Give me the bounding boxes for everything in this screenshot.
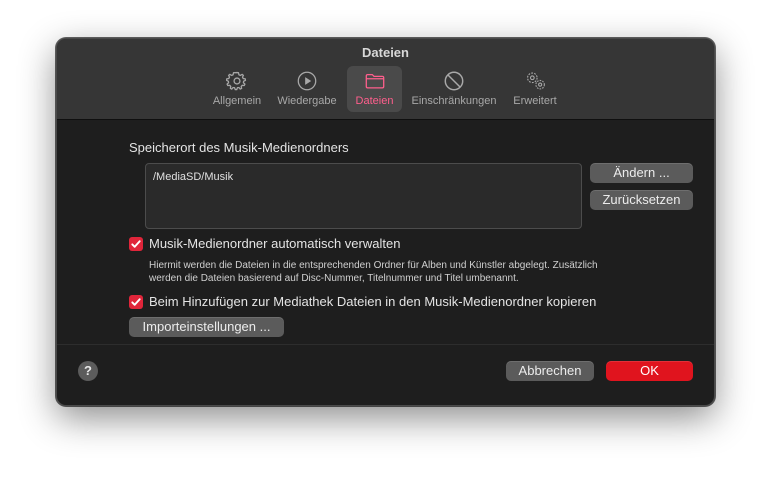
tab-dateien[interactable]: Dateien — [347, 66, 402, 112]
manage-folder-description-line1: Hiermit werden die Dateien in die entspr… — [149, 260, 598, 271]
manage-folder-checkbox[interactable] — [129, 237, 143, 251]
checkmark-icon — [131, 298, 141, 306]
reset-button[interactable]: Zurücksetzen — [590, 190, 693, 210]
manage-folder-label[interactable]: Musik-Medienordner automatisch verwalten — [149, 236, 400, 251]
manage-folder-description-line2: werden die Dateien basierend auf Disc-Nu… — [149, 273, 519, 284]
play-circle-icon — [297, 71, 317, 91]
change-button[interactable]: Ändern ... — [590, 163, 693, 183]
media-folder-path: /MediaSD/Musik — [153, 171, 234, 183]
tab-label: Allgemein — [212, 95, 262, 107]
preferences-window: Dateien Allgemein Wiedergabe Dateien Ein… — [56, 38, 715, 406]
copy-files-label[interactable]: Beim Hinzufügen zur Mediathek Dateien in… — [149, 294, 596, 309]
copy-files-checkbox[interactable] — [129, 295, 143, 309]
folder-icon — [365, 73, 384, 89]
tab-einschraenkungen[interactable]: Einschränkungen — [407, 66, 501, 112]
prohibited-icon — [444, 71, 464, 91]
media-folder-path-field: /MediaSD/Musik — [145, 163, 582, 229]
tab-label: Wiedergabe — [277, 95, 337, 107]
tab-erweitert[interactable]: Erweitert — [507, 66, 563, 112]
tab-label: Erweitert — [513, 95, 557, 107]
cancel-button[interactable]: Abbrechen — [506, 361, 594, 381]
toolbar: Dateien Allgemein Wiedergabe Dateien Ein… — [57, 39, 714, 120]
tab-wiedergabe[interactable]: Wiedergabe — [273, 66, 341, 112]
tab-allgemein[interactable]: Allgemein — [205, 66, 269, 112]
footer-divider — [57, 344, 714, 345]
checkmark-icon — [131, 240, 141, 248]
tab-label: Dateien — [355, 95, 394, 107]
gears-icon — [527, 72, 545, 90]
window-title: Dateien — [362, 45, 409, 60]
tab-label: Einschränkungen — [411, 95, 497, 107]
ok-button[interactable]: OK — [606, 361, 693, 381]
help-button[interactable]: ? — [78, 361, 98, 381]
gear-icon — [226, 71, 247, 91]
import-settings-button[interactable]: Importeinstellungen ... — [129, 317, 284, 337]
media-folder-label: Speicherort des Musik-Medienordners — [129, 140, 349, 155]
